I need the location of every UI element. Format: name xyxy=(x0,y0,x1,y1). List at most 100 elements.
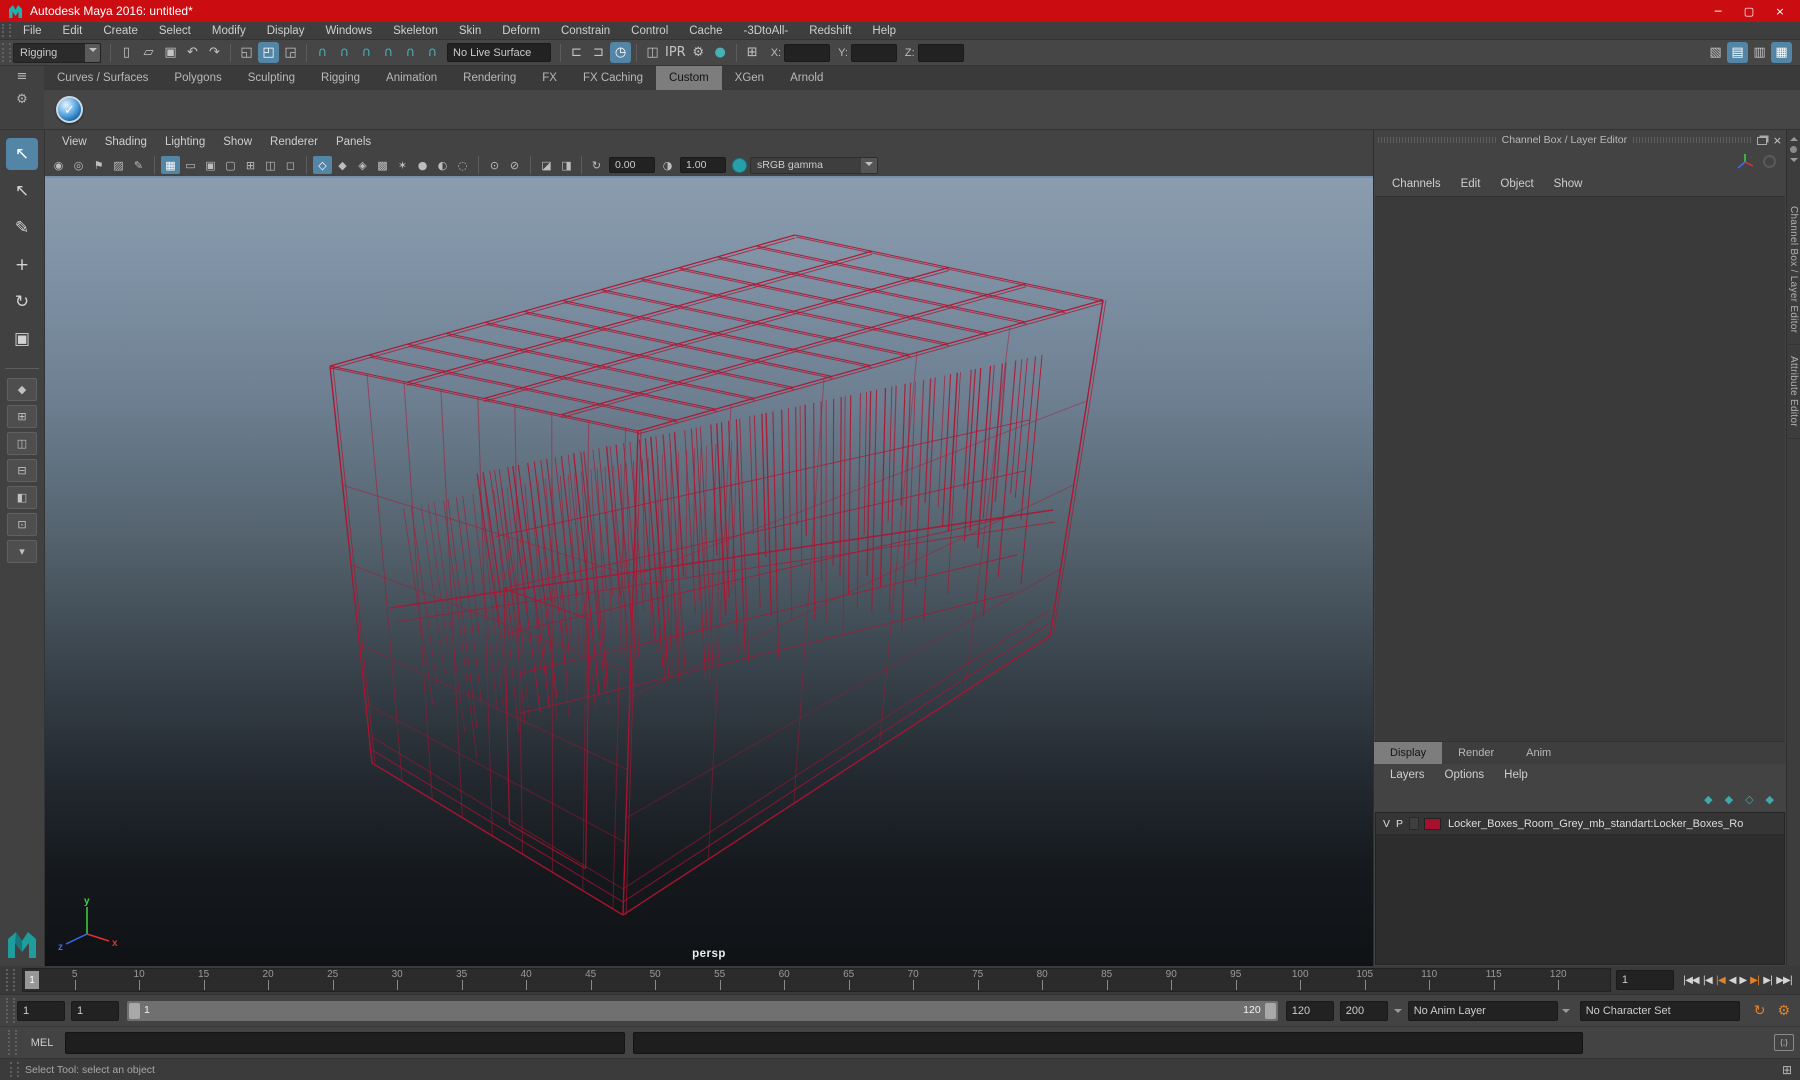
render-frame-icon[interactable]: ◫ xyxy=(642,42,663,63)
renderer-menu-item[interactable]: Renderer xyxy=(261,136,327,148)
new-layer-from-selected-icon[interactable]: ◆ xyxy=(1766,793,1774,806)
range-start-handle[interactable] xyxy=(129,1003,140,1019)
tool-settings-icon[interactable]: ▥ xyxy=(1749,42,1770,63)
shelf-tab-animation[interactable]: Animation xyxy=(373,66,450,90)
menuset-dropdown[interactable]: Rigging xyxy=(13,43,101,63)
toolbar-grip[interactable] xyxy=(2,43,11,62)
panels-menu-item[interactable]: Panels xyxy=(327,136,380,148)
color-managed-toggle-icon[interactable] xyxy=(732,158,747,173)
playback-start-field[interactable]: 1 xyxy=(71,1001,119,1021)
playback-end-field[interactable]: 120 xyxy=(1286,1001,1334,1021)
maximize-button[interactable]: ▢ xyxy=(1737,5,1761,18)
layer-row[interactable]: V P Locker_Boxes_Room_Grey_mb_standart:L… xyxy=(1376,813,1784,835)
step-forward-frame-button[interactable]: ▶| xyxy=(1763,975,1772,986)
exposure-field[interactable]: 0.00 xyxy=(609,157,655,173)
layer-tab-anim[interactable]: Anim xyxy=(1510,742,1567,764)
windows-menu-item[interactable]: Windows xyxy=(315,25,382,37)
move-layer-down-icon[interactable]: ◆ xyxy=(1725,793,1733,806)
safe-title-icon[interactable]: ◻ xyxy=(281,156,300,174)
scroll-dot-icon[interactable] xyxy=(1790,146,1797,153)
command-grip[interactable] xyxy=(8,1030,17,1055)
play-forwards-button[interactable]: ▶ xyxy=(1739,975,1746,986)
gate-mask-icon[interactable]: ▢ xyxy=(221,156,240,174)
select-menu-item[interactable]: Select xyxy=(149,25,201,37)
select-object-icon[interactable]: ◰ xyxy=(258,42,279,63)
scale-tool-icon[interactable]: ▣ xyxy=(6,323,38,355)
range-end-handle[interactable] xyxy=(1265,1003,1276,1019)
display-menu-item[interactable]: Display xyxy=(257,25,315,37)
show-menu-item[interactable]: Show xyxy=(1544,178,1593,190)
layer-color-swatch[interactable] xyxy=(1424,818,1441,830)
character-set-field[interactable]: No Character Set xyxy=(1580,1001,1740,1021)
step-forward-key-button[interactable]: ▶| xyxy=(1750,975,1759,986)
four-pane-layout-icon[interactable]: ⊞ xyxy=(7,405,37,428)
render-view-icon[interactable]: ● xyxy=(710,42,731,63)
channel-list-empty[interactable] xyxy=(1375,196,1785,742)
view-menu-item[interactable]: View xyxy=(53,136,96,148)
bookmark-icon[interactable]: ⚑ xyxy=(89,156,108,174)
custom-shelf-item-icon[interactable]: ✓ xyxy=(56,96,83,123)
make-live-icon[interactable]: ∩ xyxy=(422,42,443,63)
chevron-down-icon[interactable] xyxy=(1562,1009,1570,1017)
auto-keyframe-icon[interactable]: ↻ xyxy=(1754,1003,1766,1019)
shelf-tab-polygons[interactable]: Polygons xyxy=(161,66,234,90)
layer-display-type-box[interactable] xyxy=(1409,817,1419,830)
select-hierarchy-icon[interactable]: ◱ xyxy=(236,42,257,63)
show-menu-item[interactable]: Show xyxy=(214,136,261,148)
shadows-icon[interactable]: ● xyxy=(413,156,432,174)
persp-graph-hypershade-layout-icon[interactable]: ⊡ xyxy=(7,513,37,536)
script-editor-icon[interactable]: {;} xyxy=(1774,1034,1794,1051)
persp-graph-layout-icon[interactable]: ⊟ xyxy=(7,459,37,482)
gamma-field[interactable]: 1.00 xyxy=(680,157,726,173)
lasso-tool-icon[interactable]: ↖ xyxy=(6,175,38,207)
time-slider[interactable]: 1 51015202530354045505560657075808590951… xyxy=(22,968,1611,992)
shelf-tab-fx-caching[interactable]: FX Caching xyxy=(570,66,656,90)
refresh-icon[interactable]: ↻ xyxy=(587,156,606,174)
drag-handle[interactable] xyxy=(1378,137,1496,143)
create-menu-item[interactable]: Create xyxy=(93,25,148,37)
bounding-box-icon[interactable]: ◈ xyxy=(353,156,372,174)
animation-start-field[interactable]: 1 xyxy=(17,1001,65,1021)
lighting-menu-item[interactable]: Lighting xyxy=(156,136,214,148)
rotate-tool-icon[interactable]: ↻ xyxy=(6,286,38,318)
new-empty-layer-icon[interactable]: ◇ xyxy=(1745,793,1753,806)
step-back-key-button[interactable]: |◀ xyxy=(1716,975,1725,986)
step-back-frame-button[interactable]: |◀ xyxy=(1703,975,1712,986)
layer-tab-display[interactable]: Display xyxy=(1374,742,1442,764)
current-time-field[interactable]: 1 xyxy=(1616,970,1674,990)
film-gate-icon[interactable]: ▭ xyxy=(181,156,200,174)
field-chart-icon[interactable]: ⊞ xyxy=(241,156,260,174)
layer-tab-render[interactable]: Render xyxy=(1442,742,1510,764)
image-plane-icon[interactable]: ▨ xyxy=(109,156,128,174)
shelf-tab-rendering[interactable]: Rendering xyxy=(450,66,529,90)
screen-ao-icon[interactable]: ◐ xyxy=(433,156,452,174)
skin-menu-item[interactable]: Skin xyxy=(449,25,491,37)
3dtoall-menu-item[interactable]: -3DtoAll- xyxy=(734,25,799,37)
snap-point-icon[interactable]: ∩ xyxy=(356,42,377,63)
help-menu-item[interactable]: Help xyxy=(862,25,906,37)
play-backwards-button[interactable]: ◀ xyxy=(1729,975,1736,986)
control-menu-item[interactable]: Control xyxy=(621,25,678,37)
camera-attributes-icon[interactable]: ◎ xyxy=(69,156,88,174)
contrast-icon[interactable]: ◑ xyxy=(658,156,677,174)
attribute-editor-icon[interactable]: ▤ xyxy=(1727,42,1748,63)
cache-menu-item[interactable]: Cache xyxy=(679,25,732,37)
lights-icon[interactable]: ✶ xyxy=(393,156,412,174)
grid-toggle-icon[interactable]: ⊞ xyxy=(1782,1063,1792,1077)
grease-pencil-icon[interactable]: ✎ xyxy=(129,156,148,174)
select-tool-icon[interactable]: ↖ xyxy=(6,138,38,170)
current-frame-marker[interactable]: 1 xyxy=(25,971,39,989)
snap-curve-icon[interactable]: ∩ xyxy=(334,42,355,63)
close-panel-icon[interactable]: × xyxy=(1773,134,1782,147)
go-to-end-button[interactable]: ▶▶| xyxy=(1776,975,1792,986)
open-scene-icon[interactable]: ▱ xyxy=(138,42,159,63)
symmetry-icon[interactable]: ⊞ xyxy=(742,42,763,63)
channel-box-icon[interactable]: ▦ xyxy=(1771,42,1792,63)
constrain-menu-item[interactable]: Constrain xyxy=(551,25,620,37)
viewport-canvas[interactable]: y z x persp xyxy=(45,176,1373,966)
layer-visibility-toggle[interactable]: V xyxy=(1380,818,1393,830)
help-grip[interactable] xyxy=(10,1062,19,1077)
plugin-pane-icon[interactable]: ◪ xyxy=(537,156,556,174)
ipr-render-icon[interactable]: IPR xyxy=(664,42,687,63)
input-connections-icon[interactable]: ⊏ xyxy=(566,42,587,63)
